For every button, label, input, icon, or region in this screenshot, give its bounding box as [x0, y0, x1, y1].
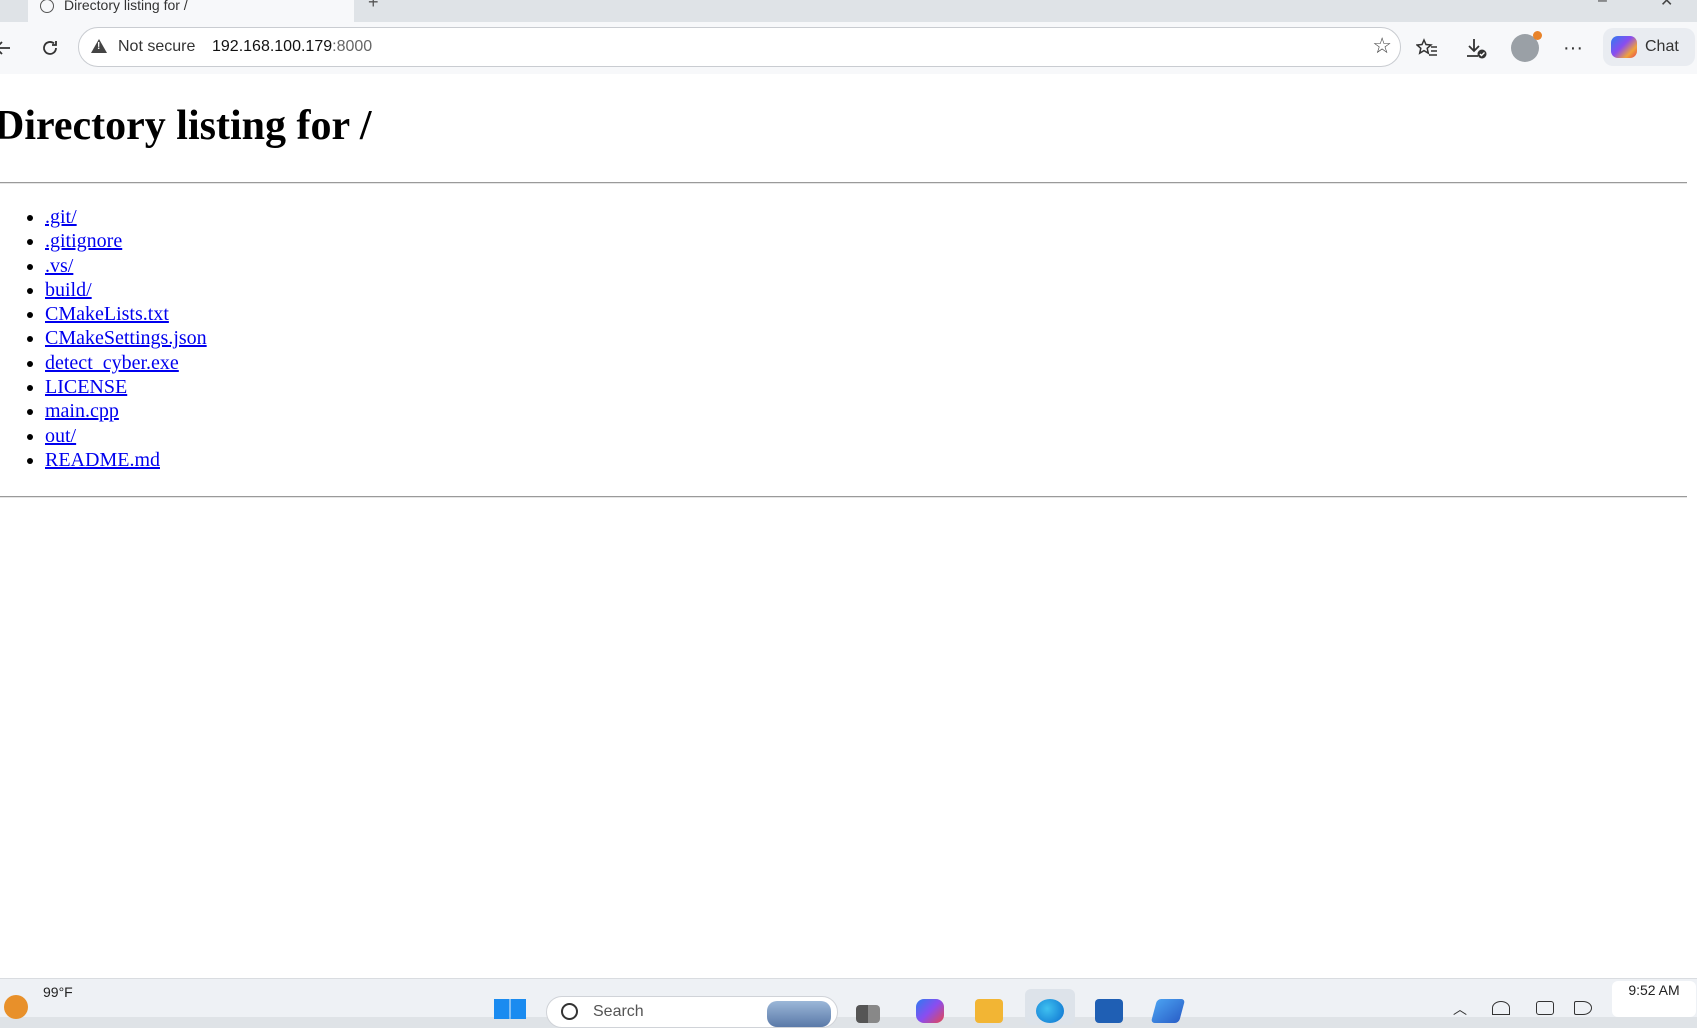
- start-windows-icon[interactable]: [494, 999, 526, 1019]
- chat-label: Chat: [1645, 38, 1679, 55]
- search-highlight-icon: [767, 1001, 831, 1027]
- file-link[interactable]: LICENSE: [45, 376, 127, 398]
- divider-top: [0, 182, 1687, 184]
- ellipsis-icon: ···: [1563, 36, 1583, 59]
- tab-active[interactable]: Directory listing for /: [28, 0, 354, 22]
- page-content: Directory listing for / .git/.gitignore.…: [0, 74, 1697, 978]
- notification-dot: [1533, 31, 1542, 40]
- file-link[interactable]: .gitignore: [45, 230, 122, 252]
- taskbar-search[interactable]: Search: [546, 996, 838, 1028]
- url-host: 192.168.100.179: [212, 38, 333, 55]
- copilot-app-icon[interactable]: [916, 999, 944, 1023]
- new-tab-button[interactable]: +: [368, 0, 379, 13]
- store-icon[interactable]: [1095, 999, 1123, 1023]
- edge-browser-icon[interactable]: [1036, 999, 1064, 1023]
- list-item: .git/: [45, 205, 207, 229]
- list-item: .gitignore: [45, 229, 207, 253]
- file-explorer-icon[interactable]: [975, 999, 1003, 1023]
- clock[interactable]: 9:52 AM: [1612, 981, 1696, 1017]
- copilot-chat-button[interactable]: Chat: [1603, 28, 1695, 66]
- weather-sun-icon[interactable]: [4, 995, 28, 1019]
- file-link[interactable]: README.md: [45, 449, 160, 471]
- list-item: build/: [45, 278, 207, 302]
- list-item: README.md: [45, 448, 207, 472]
- search-icon: [561, 1003, 578, 1020]
- list-item: CMakeSettings.json: [45, 326, 207, 350]
- file-link[interactable]: CMakeSettings.json: [45, 327, 207, 349]
- clock-time: 9:52 AM: [1628, 982, 1680, 998]
- list-item: main.cpp: [45, 399, 207, 423]
- file-link[interactable]: detect_cyber.exe: [45, 352, 179, 374]
- page-title: Directory listing for /: [0, 103, 372, 149]
- list-item: out/: [45, 424, 207, 448]
- tray-chevron-up-icon[interactable]: ︿: [1453, 999, 1467, 1019]
- url-text[interactable]: 192.168.100.179:8000: [212, 38, 372, 56]
- display-icon[interactable]: [1536, 1001, 1554, 1015]
- download-icon: [1467, 39, 1487, 59]
- copilot-icon: [1611, 36, 1637, 58]
- favorites-list-icon: [1416, 38, 1437, 56]
- list-item: detect_cyber.exe: [45, 351, 207, 375]
- file-link[interactable]: .git/: [45, 206, 77, 228]
- arrow-left-icon: [0, 41, 10, 55]
- file-link[interactable]: build/: [45, 279, 92, 301]
- list-item: CMakeLists.txt: [45, 302, 207, 326]
- browser-toolbar: Not secure 192.168.100.179:8000 ☆ ··· Ch…: [0, 22, 1697, 74]
- profile-avatar-icon: [1511, 31, 1542, 62]
- file-link[interactable]: CMakeLists.txt: [45, 303, 169, 325]
- divider-bottom: [0, 496, 1687, 498]
- visual-studio-icon[interactable]: [1150, 999, 1186, 1023]
- more-options-button[interactable]: ···: [1556, 31, 1590, 65]
- file-list: .git/.gitignore .vs/build/CMakeLists.txtC…: [0, 205, 207, 472]
- list-item: .vs/: [45, 254, 207, 278]
- file-link[interactable]: out/: [45, 425, 76, 447]
- star-icon[interactable]: ☆: [1372, 33, 1392, 59]
- minimize-icon[interactable]: –: [1598, 0, 1607, 10]
- close-icon[interactable]: ✕: [1660, 0, 1673, 11]
- security-label[interactable]: Not secure: [118, 38, 195, 56]
- volume-icon[interactable]: [1574, 1001, 1592, 1015]
- taskbar: 99°F Search ︿ 9:52 AM: [0, 978, 1697, 1028]
- back-button[interactable]: [0, 31, 20, 65]
- list-item: LICENSE: [45, 375, 207, 399]
- task-view-icon[interactable]: [856, 1005, 880, 1023]
- address-bar[interactable]: Not secure 192.168.100.179:8000 ☆: [78, 27, 1401, 67]
- network-icon[interactable]: [1492, 1001, 1510, 1015]
- tab-strip: Directory listing for / + – ✕: [0, 0, 1697, 22]
- favorites-button[interactable]: [1410, 31, 1444, 65]
- reload-icon: [43, 41, 57, 55]
- downloads-button[interactable]: [1459, 31, 1493, 65]
- warning-triangle-icon[interactable]: [91, 39, 107, 53]
- globe-icon: [40, 0, 54, 13]
- tab-title: Directory listing for /: [64, 0, 188, 13]
- file-link[interactable]: main.cpp: [45, 400, 119, 422]
- reload-button[interactable]: [33, 31, 67, 65]
- search-placeholder: Search: [593, 1003, 644, 1020]
- profile-button[interactable]: [1508, 31, 1542, 65]
- file-link[interactable]: .vs/: [45, 255, 73, 277]
- weather-temperature[interactable]: 99°F: [43, 984, 73, 1000]
- url-port: :8000: [332, 38, 373, 55]
